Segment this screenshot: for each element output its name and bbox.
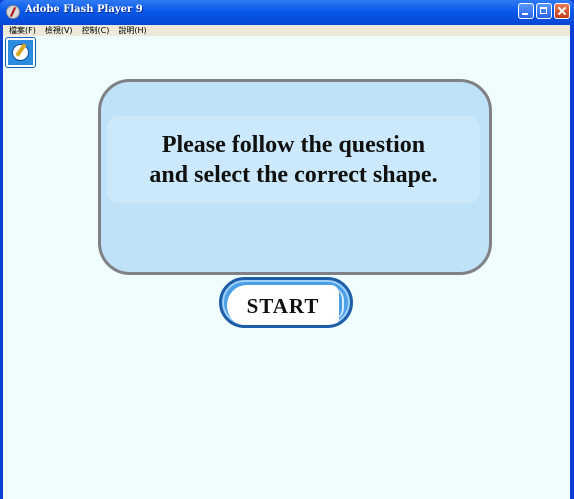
menu-help[interactable]: 說明(H) xyxy=(118,26,146,36)
menu-bar: 檔案(F) 檢視(V) 控制(C) 說明(H) xyxy=(3,25,570,36)
window-controls xyxy=(518,3,570,21)
pencil-circle-icon xyxy=(5,37,36,68)
start-button-label: START xyxy=(246,294,320,318)
instruction-line-2: and select the correct shape. xyxy=(149,162,438,188)
start-button[interactable]: START xyxy=(219,277,353,328)
window-title: Adobe Flash Player 9 xyxy=(25,4,143,15)
instruction-inner: Please follow the question and select th… xyxy=(107,116,480,203)
menu-file[interactable]: 檔案(F) xyxy=(9,26,36,36)
instruction-panel: Please follow the question and select th… xyxy=(98,79,492,275)
title-bar[interactable]: Adobe Flash Player 9 xyxy=(0,0,574,25)
minimize-icon[interactable] xyxy=(518,3,534,19)
instruction-line-1: Please follow the question xyxy=(161,132,426,158)
menu-view[interactable]: 檢視(V) xyxy=(45,26,73,36)
flash-player-window: Adobe Flash Player 9 檔案(F) 檢視(V) 控制(C) 說… xyxy=(0,0,574,499)
menu-control[interactable]: 控制(C) xyxy=(82,26,110,36)
instruction-message: Please follow the question and select th… xyxy=(107,130,480,190)
flash-player-icon xyxy=(6,5,20,19)
start-button-rim xyxy=(332,288,344,320)
close-icon[interactable] xyxy=(554,3,570,19)
flash-stage: Please follow the question and select th… xyxy=(3,36,570,499)
maximize-icon[interactable] xyxy=(536,3,552,19)
